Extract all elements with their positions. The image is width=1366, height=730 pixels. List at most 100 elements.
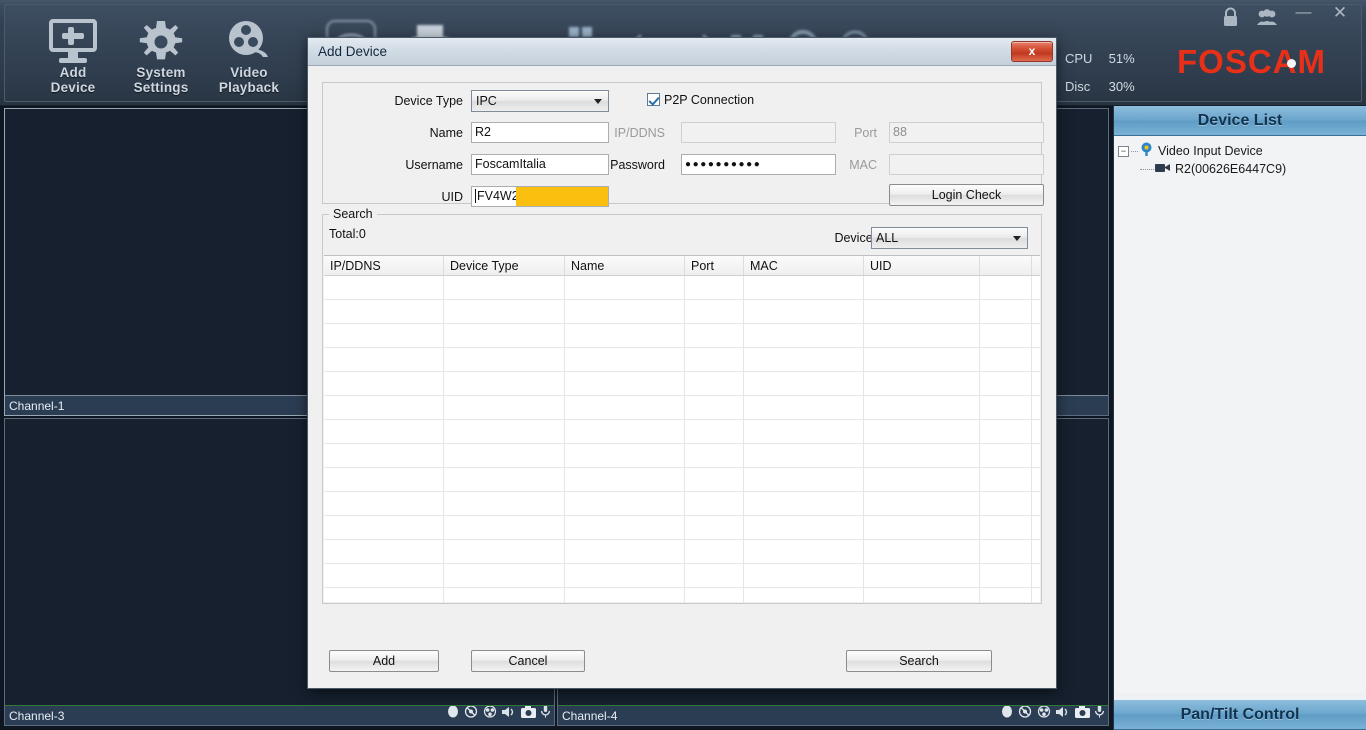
record-icon[interactable] — [447, 706, 459, 724]
tree-node-r2[interactable]: R2(00626E6447C9) — [1118, 160, 1362, 178]
chevron-down-icon — [594, 99, 602, 104]
users-icon[interactable] — [1251, 3, 1283, 27]
device-form-group: Device Type IPC Name R2 Username FoscamI… — [322, 82, 1044, 207]
video-channel-3-controls — [447, 706, 551, 724]
search-total-label: Total:0 — [329, 227, 366, 241]
table-row[interactable] — [324, 444, 1040, 468]
monitor-plus-icon — [31, 19, 115, 65]
table-row[interactable] — [324, 468, 1040, 492]
pan-tilt-control-header[interactable]: Pan/Tilt Control — [1114, 700, 1366, 730]
table-row[interactable] — [324, 588, 1040, 602]
toolbar-system-settings[interactable]: System Settings — [119, 13, 203, 97]
toolbar-system-settings-label-1: System — [136, 65, 186, 80]
speaker-icon[interactable] — [1056, 706, 1070, 724]
dialog-title: Add Device — [318, 44, 388, 59]
column-header-mac[interactable]: MAC — [744, 256, 864, 275]
login-check-button[interactable]: Login Check — [889, 184, 1044, 206]
uid-label: UID — [441, 190, 463, 204]
table-row[interactable] — [324, 396, 1040, 420]
foscam-logo: FOSCAM — [1177, 43, 1326, 81]
name-input[interactable]: R2 — [471, 122, 609, 143]
disc-stat-value: 30% — [1108, 79, 1135, 94]
uid-value: FV4W2 — [477, 189, 519, 203]
camera-node-icon — [1139, 142, 1154, 161]
table-row[interactable] — [324, 300, 1040, 324]
search-button[interactable]: Search — [846, 650, 992, 672]
toolbar-add-device[interactable]: Add Device — [31, 13, 115, 97]
password-label: Password — [610, 158, 665, 172]
column-header-uid[interactable]: UID — [864, 256, 980, 275]
snapshot-disabled-icon[interactable] — [1018, 706, 1032, 724]
close-icon[interactable]: ✕ — [1324, 3, 1356, 27]
table-row[interactable] — [324, 492, 1040, 516]
device-type-select[interactable]: IPC — [471, 90, 609, 112]
column-header-port[interactable]: Port — [685, 256, 744, 275]
search-device-type-value: ALL — [876, 231, 899, 245]
ipddns-input[interactable] — [681, 122, 836, 143]
cancel-button[interactable]: Cancel — [471, 650, 585, 672]
foscam-app-window: Add Device System Settings Video Playbac… — [0, 0, 1366, 730]
table-row[interactable] — [324, 276, 1040, 300]
column-header-name[interactable]: Name — [565, 256, 685, 275]
cpu-stat-value: 51% — [1108, 51, 1135, 66]
speaker-icon[interactable] — [502, 706, 516, 724]
dialog-close-button[interactable]: x — [1011, 41, 1053, 62]
ptz-icon[interactable] — [483, 706, 497, 724]
mic-icon[interactable] — [540, 706, 551, 724]
username-label: Username — [405, 158, 463, 172]
table-row[interactable] — [324, 516, 1040, 540]
search-device-type-select[interactable]: ALL — [871, 227, 1028, 249]
camera-icon[interactable] — [1075, 706, 1090, 724]
tree-connector — [1131, 150, 1138, 152]
disc-stat-row: Disc 30% — [1065, 73, 1185, 101]
window-controls: — ✕ — [1215, 3, 1356, 29]
port-input[interactable]: 88 — [889, 122, 1044, 143]
foscam-logo-text: FOSCAM — [1177, 43, 1326, 80]
p2p-connection-checkbox[interactable]: P2P Connection — [647, 93, 754, 107]
tree-expander-icon[interactable]: − — [1118, 145, 1129, 157]
add-device-dialog: Add Device x Device Type IPC Name R2 Use… — [307, 37, 1057, 689]
mic-icon[interactable] — [1094, 706, 1105, 724]
results-table-body[interactable] — [324, 276, 1040, 602]
toolbar-add-device-label-2: Device — [50, 80, 96, 95]
toolbar-add-device-label-1: Add — [59, 65, 87, 80]
password-input[interactable]: ●●●●●●●●●● — [681, 154, 836, 175]
mac-label: MAC — [849, 158, 877, 172]
minimize-icon[interactable]: — — [1288, 3, 1320, 27]
column-header-device-type[interactable]: Device Type — [444, 256, 565, 275]
disc-stat-label: Disc — [1065, 79, 1091, 94]
tree-node-video-input-device[interactable]: − Video Input Device — [1118, 142, 1362, 160]
name-label: Name — [429, 126, 463, 140]
camera-icon[interactable] — [521, 706, 536, 724]
uid-input[interactable]: FV4W2 — [471, 186, 609, 207]
device-tree[interactable]: − Video Input Device R2(00626E6447C9) — [1114, 136, 1366, 693]
dialog-footer: Add Cancel Search — [316, 642, 1048, 682]
cpu-stat-row: CPU 51% — [1065, 45, 1185, 73]
ptz-icon[interactable] — [1037, 706, 1051, 724]
chevron-down-icon — [1013, 236, 1021, 241]
uid-autofill-highlight — [516, 187, 608, 206]
username-input[interactable]: FoscamItalia — [471, 154, 609, 175]
lock-icon[interactable] — [1215, 3, 1247, 27]
table-row[interactable] — [324, 372, 1040, 396]
toolbar-video-playback[interactable]: Video Playback — [207, 13, 291, 97]
table-row[interactable] — [324, 420, 1040, 444]
record-icon[interactable] — [1001, 706, 1013, 724]
snapshot-disabled-icon[interactable] — [464, 706, 478, 724]
mac-input[interactable] — [889, 154, 1044, 175]
toolbar-video-playback-label-1: Video — [230, 65, 268, 80]
add-button[interactable]: Add — [329, 650, 439, 672]
column-header-ip-ddns[interactable]: IP/DDNS — [324, 256, 444, 275]
table-row[interactable] — [324, 348, 1040, 372]
tree-connector — [1140, 168, 1154, 170]
table-row[interactable] — [324, 564, 1040, 588]
dialog-titlebar[interactable]: Add Device x — [308, 38, 1056, 66]
video-channel-3-label: Channel-3 — [9, 709, 65, 723]
ipddns-label: IP/DDNS — [614, 126, 665, 140]
video-channel-4-controls — [1001, 706, 1105, 724]
device-type-label: Device Type — [394, 94, 463, 108]
table-row[interactable] — [324, 324, 1040, 348]
table-row[interactable] — [324, 540, 1040, 564]
video-channel-4-caption: Channel-4 — [558, 705, 1108, 725]
device-list-title: Device List — [1114, 106, 1366, 136]
